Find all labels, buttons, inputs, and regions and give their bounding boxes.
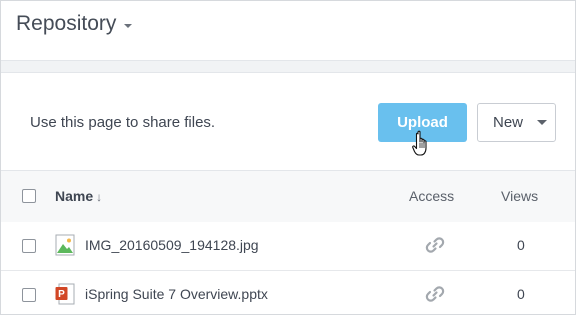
link-icon[interactable] [425,235,445,255]
table-row[interactable]: IMG_20160509_194128.jpg 0 [1,222,575,271]
image-file-icon [55,234,75,256]
row-checkbox[interactable] [22,288,36,302]
select-all-checkbox[interactable] [22,189,36,203]
views-column-header: Views [501,188,539,204]
views-count: 0 [517,237,525,253]
row-checkbox[interactable] [22,239,36,253]
table-header-row: Name ↓ Access Views [1,170,575,223]
name-column-label: Name [55,188,94,204]
page-header: Repository [1,1,575,61]
repository-window: Repository Use this page to share files.… [0,0,576,315]
file-name[interactable]: iSpring Suite 7 Overview.pptx [85,286,268,302]
table-row[interactable]: P iSpring Suite 7 Overview.pptx 0 [1,271,575,314]
toolbar: Use this page to share files. Upload New [1,73,575,169]
page-title: Repository [16,12,117,35]
upload-button-label: Upload [397,114,448,131]
new-dropdown-button[interactable]: New [477,103,556,142]
powerpoint-file-icon: P [55,283,75,305]
chevron-down-icon [124,23,133,28]
views-count: 0 [517,286,525,302]
new-button-label: New [493,114,524,131]
hand-pointer-cursor-icon [412,130,427,156]
sort-down-arrow-icon: ↓ [96,190,103,204]
file-name[interactable]: IMG_20160509_194128.jpg [85,237,259,253]
link-icon[interactable] [425,284,445,304]
header-divider-band [1,61,575,73]
repository-title-dropdown[interactable]: Repository [16,12,133,36]
page-description: Use this page to share files. [30,114,216,131]
svg-text:P: P [58,289,65,300]
chevron-down-icon [537,120,548,125]
access-column-header: Access [409,188,455,204]
name-column-header[interactable]: Name ↓ [55,188,102,204]
